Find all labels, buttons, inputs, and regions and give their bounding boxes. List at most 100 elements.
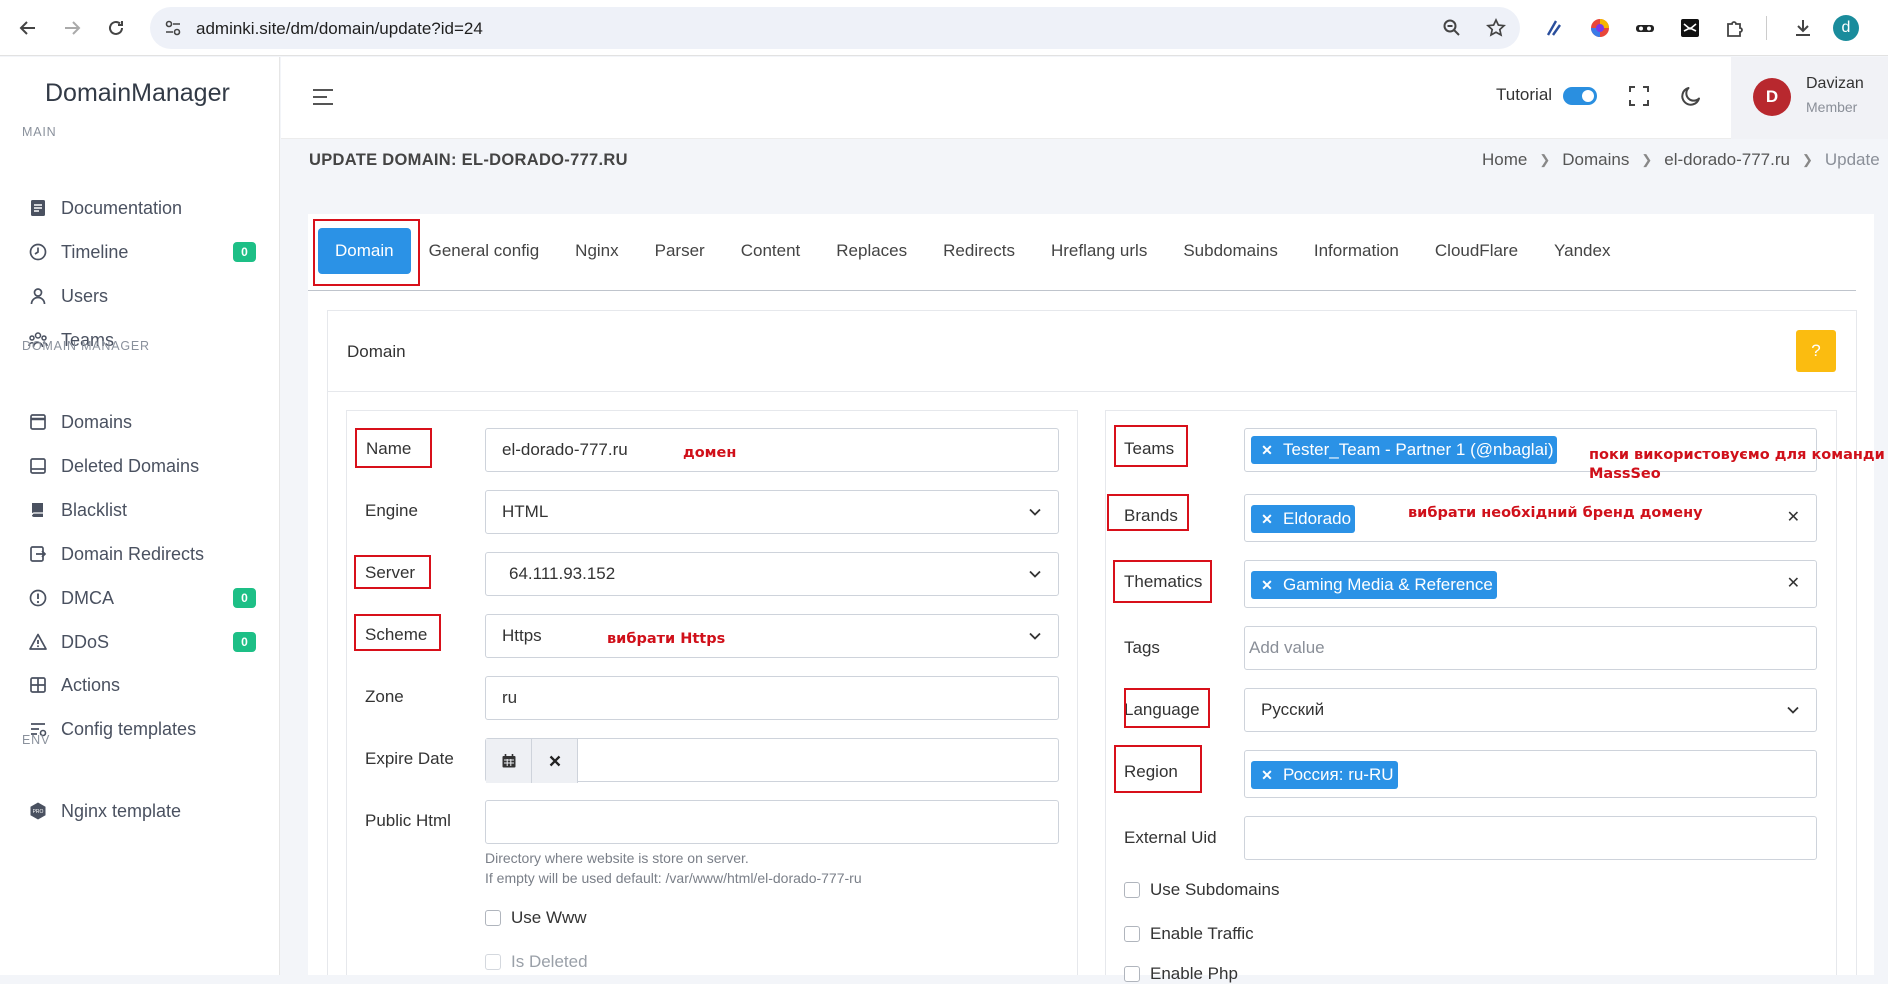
user-menu[interactable]: D Davizan Member bbox=[1731, 57, 1888, 139]
clear-date-icon[interactable] bbox=[532, 739, 578, 783]
use-subdomains-checkbox[interactable]: Use Subdomains bbox=[1124, 880, 1279, 900]
checkbox-box bbox=[485, 954, 501, 970]
site-info-icon[interactable] bbox=[164, 19, 182, 37]
forward-icon[interactable] bbox=[58, 14, 86, 42]
tutorial-toggle[interactable] bbox=[1563, 87, 1597, 105]
sidebar-item-documentation[interactable]: Documentation bbox=[22, 190, 262, 226]
name-value: el-dorado-777.ru bbox=[502, 440, 628, 459]
annotation-note-brands: вибрати необхідний бренд домену bbox=[1408, 505, 1703, 521]
extension-color-icon[interactable] bbox=[1586, 14, 1614, 42]
sidebar-item-label: Timeline bbox=[61, 241, 129, 262]
tab-divider bbox=[308, 290, 1856, 291]
tab-information[interactable]: Information bbox=[1296, 228, 1417, 274]
sidebar-item-nginx-template[interactable]: PRO Nginx template bbox=[22, 793, 262, 829]
annotation-note-teams: поки використовуємо для команди MassSeo bbox=[1589, 446, 1885, 484]
nginx-icon: PRO bbox=[28, 801, 48, 821]
breadcrumb-home[interactable]: Home bbox=[1482, 150, 1527, 170]
extensions-puzzle-icon[interactable] bbox=[1721, 14, 1749, 42]
annotation-note-scheme: вибрати Https bbox=[607, 631, 726, 647]
sidebar-item-domains[interactable]: Domains bbox=[22, 404, 262, 440]
tab-subdomains[interactable]: Subdomains bbox=[1165, 228, 1296, 274]
checkbox-box[interactable] bbox=[1124, 966, 1140, 982]
tab-replaces[interactable]: Replaces bbox=[818, 228, 925, 274]
language-select[interactable]: Русский bbox=[1244, 688, 1817, 732]
use-www-checkbox[interactable]: Use Www bbox=[485, 908, 587, 928]
user-role: Member bbox=[1806, 99, 1858, 115]
reload-icon[interactable] bbox=[102, 14, 130, 42]
url-text[interactable]: adminki.site/dm/domain/update?id=24 bbox=[196, 19, 483, 39]
dmca-count-badge: 0 bbox=[233, 588, 256, 608]
sidebar-item-dmca[interactable]: DMCA 0 bbox=[22, 580, 262, 616]
enable-traffic-label: Enable Traffic bbox=[1150, 924, 1254, 943]
thematics-multiselect[interactable]: ✕ Gaming Media & Reference ✕ bbox=[1244, 560, 1817, 608]
remove-tag-icon[interactable]: ✕ bbox=[1251, 577, 1283, 594]
back-icon[interactable] bbox=[14, 14, 42, 42]
engine-value: HTML bbox=[502, 502, 549, 521]
region-multiselect[interactable]: ✕ Россия: ru-RU bbox=[1244, 750, 1817, 798]
sidebar-item-domain-redirects[interactable]: Domain Redirects bbox=[22, 536, 262, 572]
enable-php-checkbox[interactable]: Enable Php bbox=[1124, 964, 1238, 984]
bookmark-star-icon[interactable] bbox=[1486, 18, 1506, 38]
menu-toggle-icon[interactable] bbox=[311, 87, 335, 107]
calendar-icon[interactable] bbox=[486, 739, 532, 783]
sidebar-item-config-templates[interactable]: Config templates bbox=[22, 711, 262, 747]
address-bar[interactable]: adminki.site/dm/domain/update?id=24 bbox=[150, 7, 1520, 49]
download-icon[interactable] bbox=[1789, 14, 1817, 42]
tab-nginx[interactable]: Nginx bbox=[557, 228, 636, 274]
sidebar-item-label: Blacklist bbox=[61, 499, 128, 520]
is-deleted-label: Is Deleted bbox=[511, 952, 588, 971]
enable-traffic-checkbox[interactable]: Enable Traffic bbox=[1124, 924, 1254, 944]
tab-parser[interactable]: Parser bbox=[637, 228, 723, 274]
is-deleted-checkbox: Is Deleted bbox=[485, 952, 588, 972]
sidebar-item-ddos[interactable]: DDoS 0 bbox=[22, 624, 262, 660]
extension-icon[interactable] bbox=[1541, 14, 1569, 42]
tab-hreflang-urls[interactable]: Hreflang urls bbox=[1033, 228, 1165, 274]
tab-content[interactable]: Content bbox=[723, 228, 819, 274]
scheme-select[interactable]: Https bbox=[485, 614, 1059, 658]
sidebar-item-blacklist[interactable]: Blacklist bbox=[22, 492, 262, 528]
clear-all-icon[interactable]: ✕ bbox=[1787, 507, 1800, 527]
sidebar-item-deleted-domains[interactable]: Deleted Domains bbox=[22, 448, 262, 484]
checkbox-box[interactable] bbox=[1124, 926, 1140, 942]
tab-redirects[interactable]: Redirects bbox=[925, 228, 1033, 274]
dark-mode-moon-icon[interactable] bbox=[1679, 84, 1703, 108]
remove-tag-icon[interactable]: ✕ bbox=[1251, 511, 1283, 528]
zone-input[interactable]: ru bbox=[485, 676, 1059, 720]
clear-all-icon[interactable]: ✕ bbox=[1787, 573, 1800, 593]
chevron-down-icon bbox=[1028, 505, 1042, 519]
profile-avatar[interactable]: d bbox=[1833, 15, 1859, 41]
name-input[interactable]: el-dorado-777.ru bbox=[485, 428, 1059, 472]
zoom-icon[interactable] bbox=[1442, 18, 1462, 38]
tab-general-config[interactable]: General config bbox=[411, 228, 558, 274]
external-uid-input[interactable] bbox=[1244, 816, 1817, 860]
fullscreen-icon[interactable] bbox=[1627, 84, 1651, 108]
mail-extension-icon[interactable] bbox=[1676, 14, 1704, 42]
timeline-count-badge: 0 bbox=[233, 242, 256, 262]
section-env: ENV bbox=[22, 733, 51, 747]
panel-title: Domain bbox=[347, 342, 406, 361]
sidebar-item-actions[interactable]: Actions bbox=[22, 667, 262, 703]
sidebar-item-users[interactable]: Users bbox=[22, 278, 262, 314]
help-button[interactable]: ? bbox=[1796, 330, 1836, 372]
server-select[interactable]: 64.111.93.152 bbox=[485, 552, 1059, 596]
browser-toolbar: adminki.site/dm/domain/update?id=24 d bbox=[0, 0, 1888, 56]
remove-tag-icon[interactable]: ✕ bbox=[1251, 442, 1283, 459]
breadcrumb-domains[interactable]: Domains bbox=[1562, 150, 1629, 170]
engine-select[interactable]: HTML bbox=[485, 490, 1059, 534]
sidebar-item-label: Domain Redirects bbox=[61, 543, 205, 564]
sidebar-item-timeline[interactable]: Timeline 0 bbox=[22, 234, 262, 270]
breadcrumb-domain[interactable]: el-dorado-777.ru bbox=[1664, 150, 1790, 170]
tab-yandex[interactable]: Yandex bbox=[1536, 228, 1628, 274]
tab-cloudflare[interactable]: CloudFlare bbox=[1417, 228, 1536, 274]
checkbox-box[interactable] bbox=[485, 910, 501, 926]
expire-date-input[interactable] bbox=[485, 738, 1059, 783]
brand-logo[interactable]: DomainManager bbox=[45, 79, 230, 108]
checkbox-box[interactable] bbox=[1124, 882, 1140, 898]
tags-input[interactable]: Add value bbox=[1244, 626, 1817, 670]
remove-tag-icon[interactable]: ✕ bbox=[1251, 767, 1283, 784]
enable-php-label: Enable Php bbox=[1150, 964, 1238, 983]
breadcrumb: Home ❯ Domains ❯ el-dorado-777.ru ❯ Upda… bbox=[1482, 150, 1880, 170]
section-domain-manager: DOMAIN MANAGER bbox=[22, 339, 150, 353]
incognito-extension-icon[interactable] bbox=[1631, 14, 1659, 42]
public-html-input[interactable] bbox=[485, 800, 1059, 844]
